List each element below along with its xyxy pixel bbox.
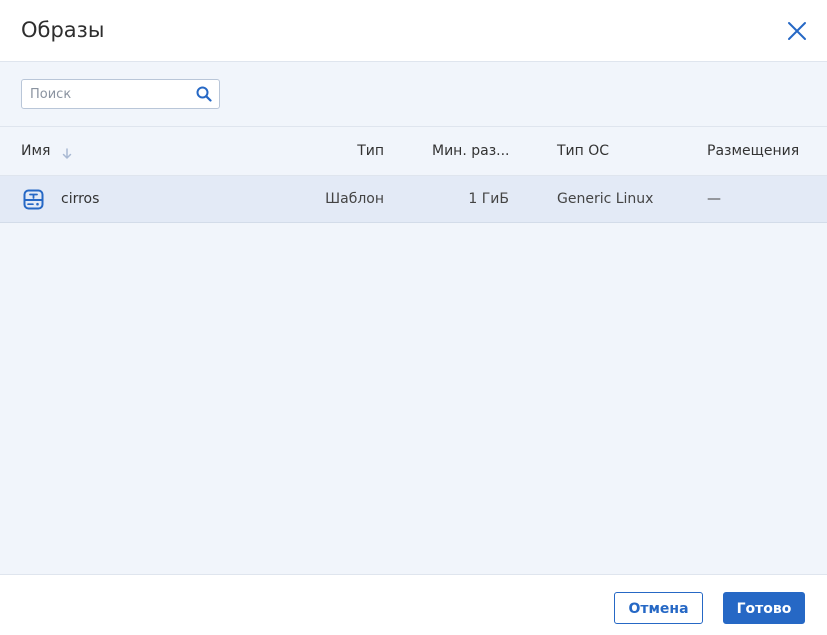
dialog-title: Образы: [21, 18, 105, 42]
cancel-button[interactable]: Отмена: [614, 592, 703, 624]
cell-min-size: 1 ГиБ: [468, 191, 509, 207]
column-header-name[interactable]: Имя: [21, 127, 50, 175]
template-image-icon: [23, 189, 44, 210]
dialog-footer: Отмена Готово: [0, 575, 827, 635]
close-icon[interactable]: [785, 19, 809, 43]
cell-type: Шаблон: [325, 191, 384, 207]
sort-arrow-down-icon[interactable]: [62, 145, 72, 159]
images-dialog: Образы Имя: [0, 0, 827, 635]
table-header: Имя Тип Мин. раз... Тип ОС Размещения: [0, 127, 827, 175]
column-header-min-size[interactable]: Мин. раз...: [432, 127, 510, 175]
column-header-type[interactable]: Тип: [300, 127, 384, 175]
search-input[interactable]: [22, 80, 203, 108]
table-row[interactable]: cirros Шаблон 1 ГиБ Generic Linux —: [0, 175, 827, 223]
column-header-os-type[interactable]: Тип ОС: [557, 127, 609, 175]
column-header-name-label: Имя: [21, 143, 51, 159]
cell-name: cirros: [61, 191, 100, 207]
dialog-body: Имя Тип Мин. раз... Тип ОС Размещения: [0, 62, 827, 575]
cell-placements: —: [707, 191, 721, 207]
dialog-header: Образы: [0, 0, 827, 62]
search-icon[interactable]: [196, 86, 212, 102]
cell-os-type: Generic Linux: [557, 191, 654, 207]
search-box[interactable]: [21, 79, 220, 109]
done-button[interactable]: Готово: [723, 592, 805, 624]
column-header-placements[interactable]: Размещения: [707, 127, 799, 175]
